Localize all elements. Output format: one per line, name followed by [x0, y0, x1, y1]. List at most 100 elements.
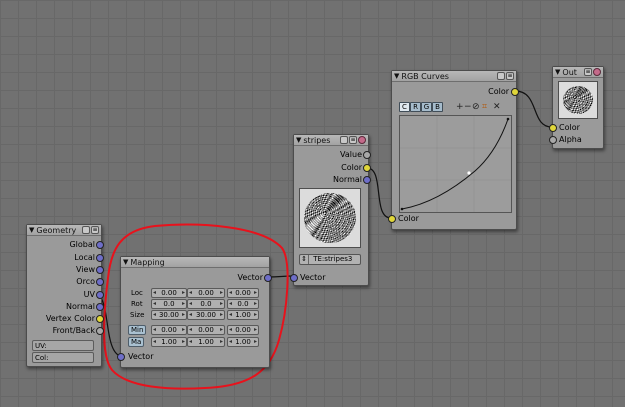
- socket-vector-in[interactable]: [290, 274, 298, 282]
- preview-toggle-icon[interactable]: [497, 72, 505, 80]
- output-normal: Normal: [66, 302, 95, 311]
- zoom-icon[interactable]: ⊘: [472, 102, 480, 112]
- socket-value[interactable]: [363, 151, 371, 159]
- socket-alpha-in[interactable]: [549, 136, 557, 144]
- curve-editor[interactable]: [399, 115, 512, 213]
- zoom-out-icon[interactable]: −: [464, 102, 472, 112]
- color-layer-field[interactable]: Col:: [32, 352, 94, 363]
- min-x-field[interactable]: ◂ 0.00 ▸: [151, 325, 187, 335]
- node-title: RGB Curves: [401, 71, 449, 81]
- collapse-triangle-icon[interactable]: ▼: [394, 72, 399, 80]
- size-label: Size: [130, 311, 145, 319]
- rot-z-field[interactable]: ◂ 0.0 ▸: [227, 299, 259, 309]
- rot-label: Rot: [131, 300, 143, 308]
- collapse-triangle-icon[interactable]: ▼: [29, 226, 34, 234]
- collapse-triangle-icon[interactable]: ▼: [123, 258, 128, 266]
- channel-g-button[interactable]: G: [421, 102, 432, 112]
- output-orco: Orco: [76, 277, 95, 286]
- socket-orco[interactable]: [96, 278, 104, 286]
- options-menu-icon[interactable]: ≡: [506, 72, 514, 80]
- output-node[interactable]: ▼ Out ≡ Color Alpha: [549, 66, 604, 149]
- texture-preview: [299, 188, 361, 248]
- socket-color-in[interactable]: [388, 215, 396, 223]
- geometry-node[interactable]: ▼ Geometry ≡ Global Local View Orco UV N…: [26, 224, 104, 367]
- loc-label: Loc: [131, 289, 143, 297]
- output-view: View: [76, 265, 95, 274]
- socket-normal[interactable]: [96, 303, 104, 311]
- delete-icon[interactable]: ✕: [493, 102, 501, 112]
- channel-r-button[interactable]: R: [410, 102, 421, 112]
- clip-icon[interactable]: ⌗: [482, 102, 487, 112]
- output-value: Value: [340, 150, 362, 159]
- rot-x-field[interactable]: ◂ 0.0 ▸: [151, 299, 187, 309]
- max-y-field[interactable]: ◂ 1.00 ▸: [187, 337, 225, 347]
- max-x-field[interactable]: ◂ 1.00 ▸: [151, 337, 187, 347]
- close-icon[interactable]: [593, 68, 601, 76]
- socket-uv[interactable]: [96, 291, 104, 299]
- input-vector: Vector: [128, 352, 154, 361]
- min-z-field[interactable]: ◂ 0.00 ▸: [227, 325, 259, 335]
- output-uv: UV: [83, 290, 95, 299]
- output-color: Color: [341, 163, 362, 172]
- output-node-header[interactable]: ▼ Out ≡: [553, 67, 603, 78]
- socket-global[interactable]: [96, 241, 104, 249]
- uv-layer-field[interactable]: UV:: [32, 340, 94, 351]
- min-toggle-button[interactable]: Min: [128, 325, 147, 335]
- output-vector: Vector: [237, 273, 264, 282]
- options-menu-icon[interactable]: ≡: [584, 68, 592, 76]
- rgb-curves-node[interactable]: ▼ RGB Curves ≡ Color C R G B + − ⊘ ⌗ ✕ C…: [388, 70, 519, 230]
- socket-color[interactable]: [363, 164, 371, 172]
- output-normal: Normal: [333, 175, 362, 184]
- texture-selector[interactable]: ⇕ TE:stripes3: [299, 254, 361, 265]
- link-curves-to-output: [514, 90, 553, 128]
- mapping-node-header[interactable]: ▼ Mapping: [121, 257, 269, 268]
- channel-b-button[interactable]: B: [432, 102, 443, 112]
- geometry-node-header[interactable]: ▼ Geometry ≡: [27, 225, 101, 236]
- socket-local[interactable]: [96, 254, 104, 262]
- options-menu-icon[interactable]: ≡: [349, 136, 357, 144]
- close-icon[interactable]: [358, 136, 366, 144]
- input-alpha: Alpha: [559, 135, 582, 144]
- loc-y-field[interactable]: ◂ 0.00 ▸: [187, 288, 225, 298]
- rot-y-field[interactable]: ◂ 0.0 ▸: [187, 299, 225, 309]
- socket-color-in[interactable]: [549, 124, 557, 132]
- min-y-field[interactable]: ◂ 0.00 ▸: [187, 325, 225, 335]
- input-vector: Vector: [300, 273, 326, 282]
- options-menu-icon[interactable]: ≡: [91, 226, 99, 234]
- socket-vector-out[interactable]: [264, 274, 272, 282]
- rgb-curves-node-header[interactable]: ▼ RGB Curves ≡: [392, 71, 516, 82]
- channel-c-button[interactable]: C: [399, 102, 410, 112]
- socket-view[interactable]: [96, 266, 104, 274]
- size-x-field[interactable]: ◂ 30.00 ▸: [151, 310, 187, 320]
- output-preview: [558, 81, 598, 119]
- socket-vector-in[interactable]: [117, 353, 125, 361]
- stripes-texture-node[interactable]: ▼ stripes ≡ Value Color Normal ⇕ TE:stri…: [290, 134, 371, 286]
- input-color: Color: [559, 123, 580, 132]
- loc-x-field[interactable]: ◂ 0.00 ▸: [151, 288, 187, 298]
- collapse-triangle-icon[interactable]: ▼: [296, 136, 301, 144]
- size-z-field[interactable]: ◂ 1.00 ▸: [227, 310, 259, 320]
- preview-toggle-icon[interactable]: [82, 226, 90, 234]
- size-y-field[interactable]: ◂ 30.00 ▸: [187, 310, 225, 320]
- curve-point: [400, 207, 404, 211]
- input-color: Color: [398, 214, 419, 223]
- curve-point-selected: [467, 171, 471, 175]
- stripes-node-header[interactable]: ▼ stripes ≡: [294, 135, 368, 146]
- preview-toggle-icon[interactable]: [340, 136, 348, 144]
- output-front-back: Front/Back: [52, 326, 95, 335]
- curve-point: [506, 117, 510, 121]
- zoom-in-icon[interactable]: +: [456, 102, 464, 112]
- max-toggle-button[interactable]: Ma: [128, 337, 145, 347]
- output-local: Local: [74, 253, 95, 262]
- loc-z-field[interactable]: ◂ 0.00 ▸: [227, 288, 259, 298]
- max-z-field[interactable]: ◂ 1.00 ▸: [227, 337, 259, 347]
- link-stripes-to-curves: [366, 167, 392, 219]
- mapping-node[interactable]: ▼ Mapping Vector Loc ◂ 0.00 ▸ ◂ 0.00 ▸ ◂ 0.00…: [117, 256, 272, 368]
- socket-normal[interactable]: [363, 176, 371, 184]
- curve-line: [401, 118, 509, 210]
- socket-front-back[interactable]: [96, 327, 104, 335]
- collapse-triangle-icon[interactable]: ▼: [555, 68, 560, 76]
- socket-vertex-color[interactable]: [96, 315, 104, 323]
- texture-browse-icon[interactable]: ⇕: [300, 255, 309, 264]
- socket-color-out[interactable]: [511, 88, 519, 96]
